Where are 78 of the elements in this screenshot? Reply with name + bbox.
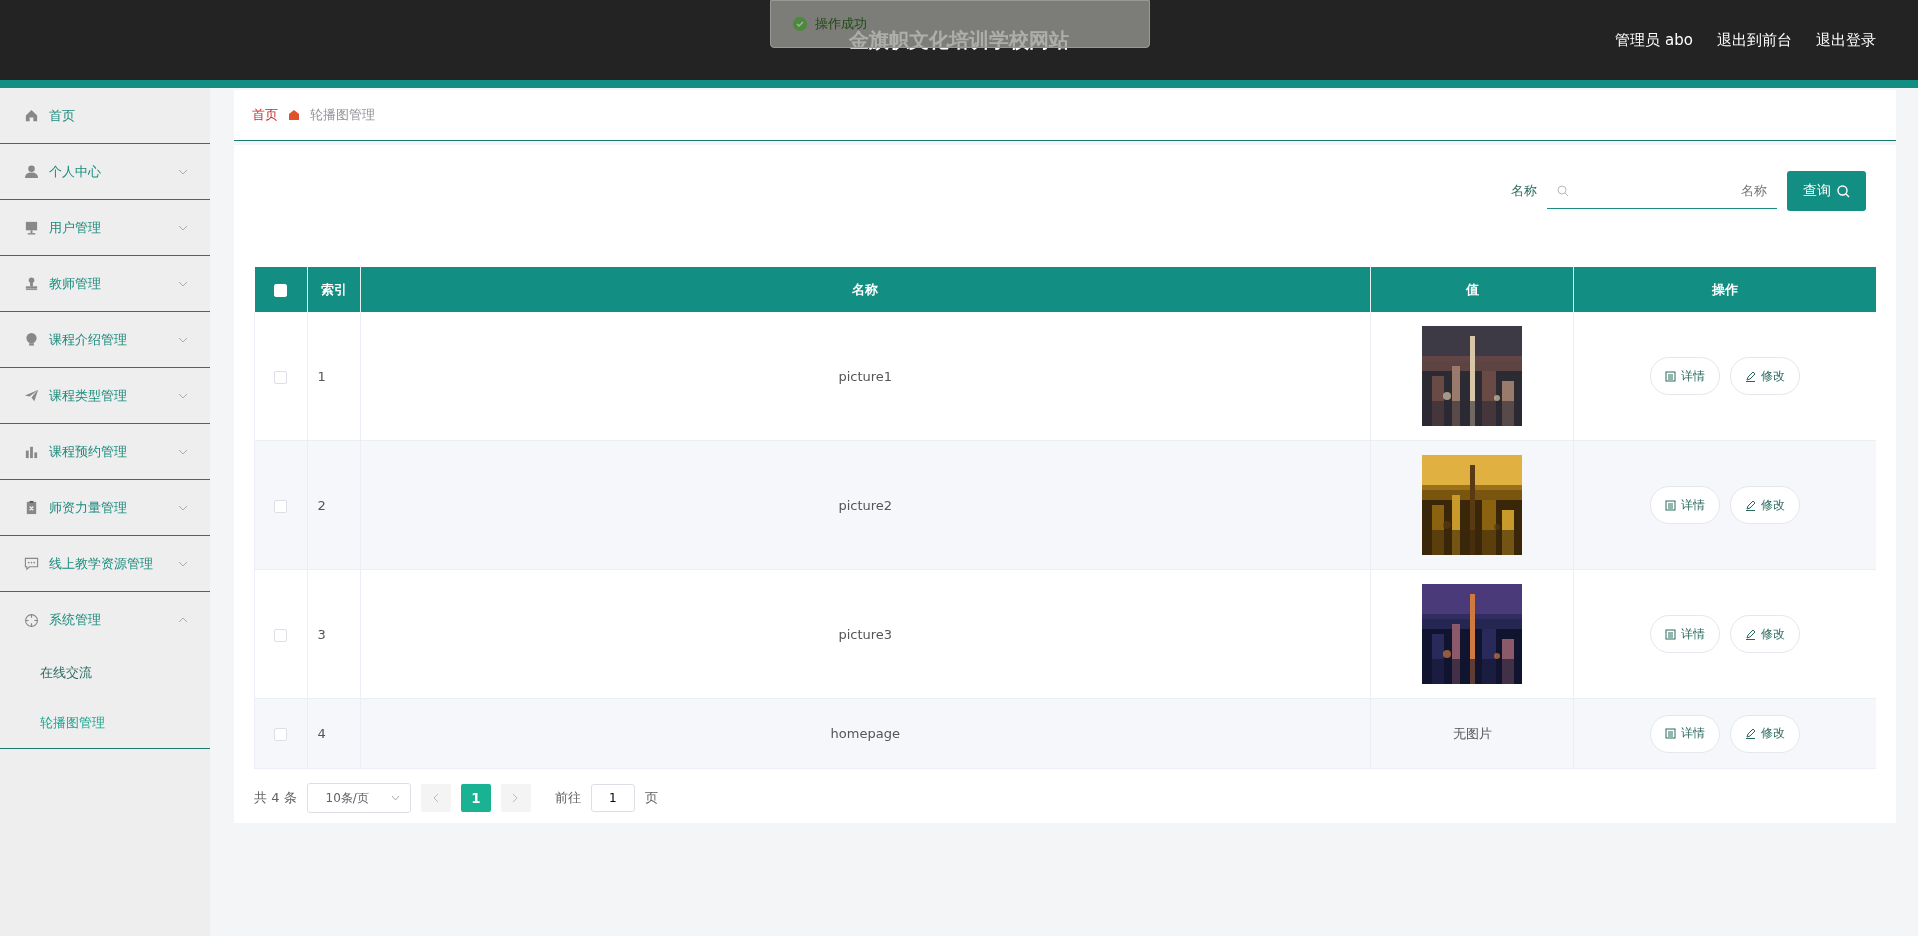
user-icon xyxy=(24,164,39,179)
details-button[interactable]: 详情 xyxy=(1649,357,1720,395)
menu-item[interactable]: 课程介绍管理 xyxy=(0,312,210,368)
search-icon xyxy=(1837,184,1850,198)
header-link[interactable]: 退出登录 xyxy=(1816,30,1876,50)
next-page-button[interactable] xyxy=(500,784,531,812)
toast-text: 操作成功 xyxy=(815,15,867,31)
search-label: 名称 xyxy=(1511,182,1537,200)
table-cell: picture1 xyxy=(360,312,1371,441)
table-cell: 4 xyxy=(307,698,360,769)
menu-item[interactable]: 课程预约管理 xyxy=(0,424,210,480)
pencil-icon xyxy=(1745,728,1757,739)
total-count: 共 4 条 xyxy=(254,789,297,807)
chevron-left-icon xyxy=(432,793,440,803)
edit-button[interactable]: 修改 xyxy=(1730,714,1801,753)
row-checkbox[interactable] xyxy=(274,370,288,384)
table-cell: homepage xyxy=(360,698,1371,769)
search-icon xyxy=(1557,185,1569,197)
details-button[interactable]: 详情 xyxy=(1649,714,1720,753)
clipboard-icon xyxy=(24,500,39,515)
details-button[interactable]: 详情 xyxy=(1649,615,1720,653)
chevron-down-icon xyxy=(390,795,400,801)
menu-item[interactable]: 系统管理 xyxy=(0,592,210,648)
chevron-right-icon xyxy=(512,793,520,803)
table-cell: picture2 xyxy=(360,440,1371,570)
header-link[interactable]: 管理员 abo xyxy=(1615,30,1693,50)
pencil-icon xyxy=(1745,628,1757,640)
breadcrumb-link[interactable]: 首页 xyxy=(252,106,278,124)
home-icon xyxy=(24,108,39,123)
document-icon xyxy=(1664,499,1676,511)
target-icon xyxy=(24,612,39,628)
previous-page-button[interactable] xyxy=(420,784,451,812)
menu-item[interactable]: 用户管理 xyxy=(0,200,210,256)
pencil-icon xyxy=(1745,370,1757,382)
column-header: 值 xyxy=(1370,267,1574,312)
breadcrumb-current: 轮播图管理 xyxy=(310,106,375,124)
search-field[interactable]: 名称 xyxy=(1547,173,1777,209)
menu-item[interactable]: 个人中心 xyxy=(0,144,210,200)
menu-item[interactable]: 首页 xyxy=(0,88,210,144)
edit-button[interactable]: 修改 xyxy=(1730,357,1801,395)
bulb-icon xyxy=(24,332,39,347)
page-size-select[interactable]: 10条/页 xyxy=(306,783,411,813)
pencil-icon xyxy=(1745,499,1757,511)
row-checkbox[interactable] xyxy=(274,628,288,642)
document-icon xyxy=(1664,370,1676,382)
submenu-item[interactable]: 在线交流 xyxy=(0,648,210,698)
page-number-field[interactable]: 1 xyxy=(590,784,635,812)
edit-button[interactable]: 修改 xyxy=(1730,615,1801,653)
goto-label: 前往 xyxy=(554,789,581,807)
table-cell: picture3 xyxy=(360,569,1371,699)
column-header: 索引 xyxy=(307,267,360,312)
column-header: 名称 xyxy=(360,267,1371,312)
table-cell: 无图片 xyxy=(1370,698,1574,769)
chart-icon xyxy=(24,444,39,459)
column-header: 操作 xyxy=(1573,267,1876,312)
menu-item[interactable]: 课程类型管理 xyxy=(0,368,210,424)
table-cell: 2 xyxy=(307,440,360,570)
chat-icon xyxy=(24,556,39,571)
plane-icon xyxy=(24,388,39,403)
table-cell: 1 xyxy=(307,312,360,441)
row-checkbox[interactable] xyxy=(274,728,288,741)
details-button[interactable]: 详情 xyxy=(1649,486,1720,524)
home-icon xyxy=(288,109,300,121)
menu-item[interactable]: 线上教学资源管理 xyxy=(0,536,210,592)
menu-item[interactable]: 教师管理 xyxy=(0,256,210,312)
page-suffix: 页 xyxy=(644,789,658,807)
search-button[interactable]: 查询 xyxy=(1787,171,1866,211)
header-link[interactable]: 退出到前台 xyxy=(1717,30,1792,50)
stamp-icon xyxy=(24,276,39,291)
document-icon xyxy=(1664,628,1676,640)
document-icon xyxy=(1664,728,1676,739)
menu-item[interactable]: 师资力量管理 xyxy=(0,480,210,536)
edit-button[interactable]: 修改 xyxy=(1730,486,1801,524)
row-checkbox[interactable] xyxy=(274,499,288,513)
check-circle-icon xyxy=(793,17,807,31)
monitor-icon xyxy=(24,220,39,235)
table-cell: 3 xyxy=(307,569,360,699)
select-all-checkbox[interactable] xyxy=(274,284,287,297)
